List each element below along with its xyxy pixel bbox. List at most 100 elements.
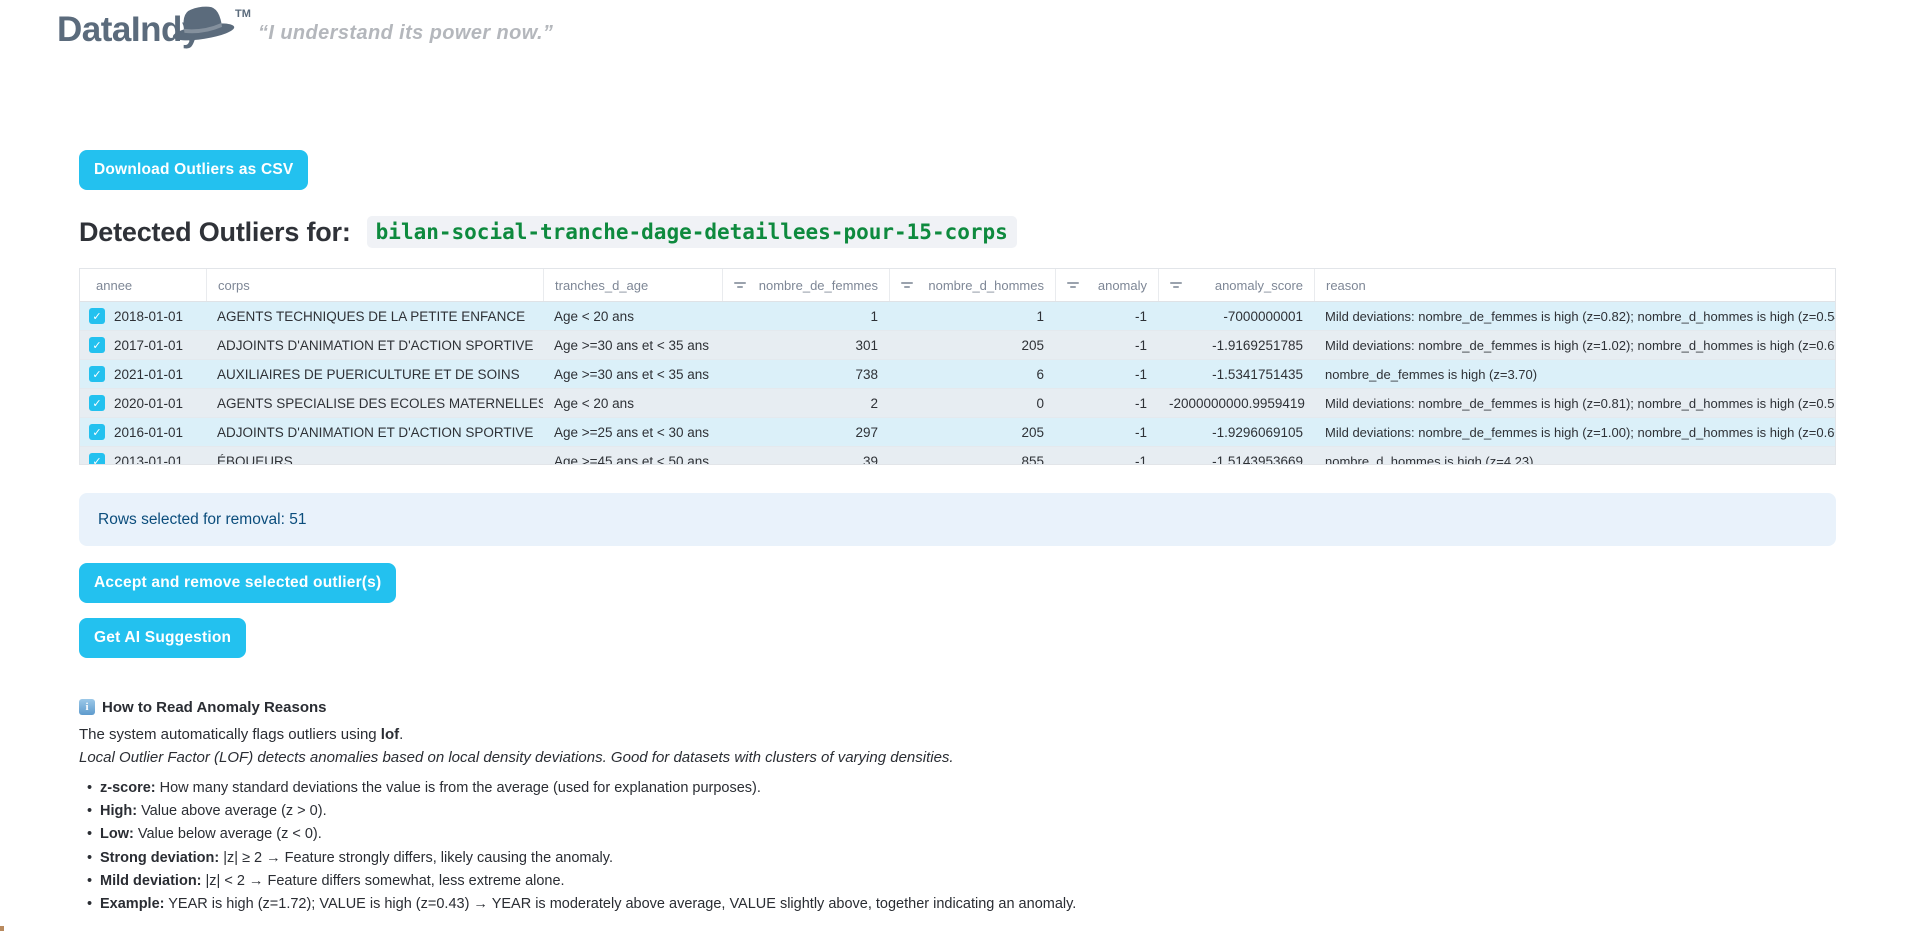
help-bullet: High: Value above average (z > 0).	[79, 800, 1779, 823]
cell-anomaly: -1	[1055, 454, 1158, 466]
table-row[interactable]: 2021-01-01 AUXILIAIRES DE PUERICULTURE E…	[80, 360, 1835, 389]
app-logo: DataIndy TM	[57, 10, 277, 60]
dataset-name-code: bilan-social-tranche-dage-detaillees-pou…	[367, 216, 1017, 248]
cell-reason: Mild deviations: nombre_de_femmes is hig…	[1314, 396, 1835, 411]
column-header-anomaly[interactable]: anomaly	[1055, 269, 1158, 301]
tagline: “I understand its power now.”	[258, 22, 553, 45]
help-intro: The system automatically flags outliers …	[79, 726, 1779, 747]
cell-anomaly: -1	[1055, 425, 1158, 440]
cell-reason: nombre_de_femmes is high (z=3.70)	[1314, 367, 1835, 382]
cell-annee: 2018-01-01	[114, 309, 183, 324]
help-bullet: Low: Value below average (z < 0).	[79, 823, 1779, 846]
help-title: i How to Read Anomaly Reasons	[79, 697, 1779, 717]
help-bullet: Example: YEAR is high (z=1.72); VALUE is…	[79, 893, 1779, 916]
cell-score: -7000000001	[1158, 309, 1314, 324]
cell-tranche: Age < 20 ans	[543, 309, 722, 324]
filter-icon[interactable]	[1170, 282, 1182, 288]
rows-selected-info: Rows selected for removal: 51	[79, 493, 1836, 546]
column-header-score[interactable]: anomaly_score	[1158, 269, 1314, 301]
cell-femmes: 2	[722, 396, 889, 411]
cell-hommes: 1	[889, 309, 1055, 324]
cell-score: -1.9296069105	[1158, 425, 1314, 440]
hat-icon	[167, 0, 238, 45]
cell-corps: ÉBOUEURS	[206, 454, 543, 466]
cell-tranche: Age >=30 ans et < 35 ans	[543, 367, 722, 382]
cell-tranche: Age >=25 ans et < 30 ans	[543, 425, 722, 440]
logo-tm: TM	[235, 8, 251, 20]
table-row[interactable]: 2016-01-01 ADJOINTS D'ANIMATION ET D'ACT…	[80, 418, 1835, 447]
cell-tranche: Age < 20 ans	[543, 396, 722, 411]
cell-tranche: Age >=30 ans et < 35 ans	[543, 338, 722, 353]
table-header-row: annee corps tranches_d_age nombre_de_fem…	[80, 269, 1835, 302]
cell-corps: AGENTS SPECIALISE DES ECOLES MATERNELLES	[206, 396, 543, 411]
page: DataIndy TM “I understand its power now.…	[0, 0, 1917, 931]
cell-hommes: 205	[889, 338, 1055, 353]
cell-hommes: 0	[889, 396, 1055, 411]
outliers-table: annee corps tranches_d_age nombre_de_fem…	[79, 268, 1836, 465]
cell-femmes: 1	[722, 309, 889, 324]
cell-score: -2000000000.9959419	[1158, 396, 1314, 411]
table-row[interactable]: 2013-01-01 ÉBOUEURS Age >=45 ans et < 50…	[80, 447, 1835, 465]
column-header-annee[interactable]: annee	[80, 269, 206, 301]
filter-icon[interactable]	[1067, 282, 1079, 288]
column-header-corps[interactable]: corps	[206, 269, 543, 301]
cell-score: -1.9169251785	[1158, 338, 1314, 353]
column-header-tranches[interactable]: tranches_d_age	[543, 269, 722, 301]
cell-corps: ADJOINTS D'ANIMATION ET D'ACTION SPORTIV…	[206, 338, 543, 353]
cell-reason: nombre_d_hommes is high (z=4.23)	[1314, 454, 1835, 466]
ai-suggestion-button[interactable]: Get AI Suggestion	[79, 618, 246, 658]
table-body: 2018-01-01 AGENTS TECHNIQUES DE LA PETIT…	[80, 302, 1835, 465]
column-header-femmes[interactable]: nombre_de_femmes	[722, 269, 889, 301]
cell-reason: Mild deviations: nombre_de_femmes is hig…	[1314, 425, 1835, 440]
row-checkbox[interactable]	[89, 308, 105, 324]
table-row[interactable]: 2018-01-01 AGENTS TECHNIQUES DE LA PETIT…	[80, 302, 1835, 331]
table-row[interactable]: 2020-01-01 AGENTS SPECIALISE DES ECOLES …	[80, 389, 1835, 418]
screen-edge-artifact	[0, 926, 4, 931]
cell-reason: Mild deviations: nombre_de_femmes is hig…	[1314, 309, 1835, 324]
section-heading: Detected Outliers for: bilan-social-tran…	[79, 216, 1017, 248]
cell-tranche: Age >=45 ans et < 50 ans	[543, 454, 722, 466]
cell-annee: 2013-01-01	[114, 454, 183, 466]
row-checkbox[interactable]	[89, 453, 105, 465]
rows-selected-text: Rows selected for removal: 51	[98, 511, 306, 529]
cell-score: -1.5341751435	[1158, 367, 1314, 382]
column-header-reason[interactable]: reason	[1314, 269, 1835, 301]
filter-icon[interactable]	[901, 282, 913, 288]
row-checkbox[interactable]	[89, 337, 105, 353]
cell-corps: AGENTS TECHNIQUES DE LA PETITE ENFANCE	[206, 309, 543, 324]
cell-annee: 2021-01-01	[114, 367, 183, 382]
cell-femmes: 297	[722, 425, 889, 440]
row-checkbox[interactable]	[89, 395, 105, 411]
accept-remove-button[interactable]: Accept and remove selected outlier(s)	[79, 563, 396, 603]
cell-femmes: 39	[722, 454, 889, 466]
cell-anomaly: -1	[1055, 309, 1158, 324]
filter-icon[interactable]	[734, 282, 746, 288]
cell-reason: Mild deviations: nombre_de_femmes is hig…	[1314, 338, 1835, 353]
help-bullet: Strong deviation: |z| ≥ 2 → Feature stro…	[79, 847, 1779, 870]
cell-anomaly: -1	[1055, 396, 1158, 411]
anomaly-help-section: i How to Read Anomaly Reasons The system…	[79, 697, 1779, 916]
table-row[interactable]: 2017-01-01 ADJOINTS D'ANIMATION ET D'ACT…	[80, 331, 1835, 360]
help-bullet-list: z-score: How many standard deviations th…	[79, 777, 1779, 916]
cell-corps: ADJOINTS D'ANIMATION ET D'ACTION SPORTIV…	[206, 425, 543, 440]
cell-annee: 2020-01-01	[114, 396, 183, 411]
column-header-hommes[interactable]: nombre_d_hommes	[889, 269, 1055, 301]
cell-anomaly: -1	[1055, 367, 1158, 382]
cell-femmes: 738	[722, 367, 889, 382]
cell-hommes: 205	[889, 425, 1055, 440]
cell-anomaly: -1	[1055, 338, 1158, 353]
page-title: Detected Outliers for:	[79, 217, 351, 248]
help-bullet: Mild deviation: |z| < 2 → Feature differ…	[79, 870, 1779, 893]
help-bullet: z-score: How many standard deviations th…	[79, 777, 1779, 800]
cell-hommes: 855	[889, 454, 1055, 466]
download-csv-button[interactable]: Download Outliers as CSV	[79, 150, 308, 190]
row-checkbox[interactable]	[89, 424, 105, 440]
cell-femmes: 301	[722, 338, 889, 353]
cell-annee: 2017-01-01	[114, 338, 183, 353]
cell-annee: 2016-01-01	[114, 425, 183, 440]
cell-corps: AUXILIAIRES DE PUERICULTURE ET DE SOINS	[206, 367, 543, 382]
row-checkbox[interactable]	[89, 366, 105, 382]
cell-score: -1.5143953669	[1158, 454, 1314, 466]
cell-hommes: 6	[889, 367, 1055, 382]
info-icon: i	[79, 699, 95, 715]
